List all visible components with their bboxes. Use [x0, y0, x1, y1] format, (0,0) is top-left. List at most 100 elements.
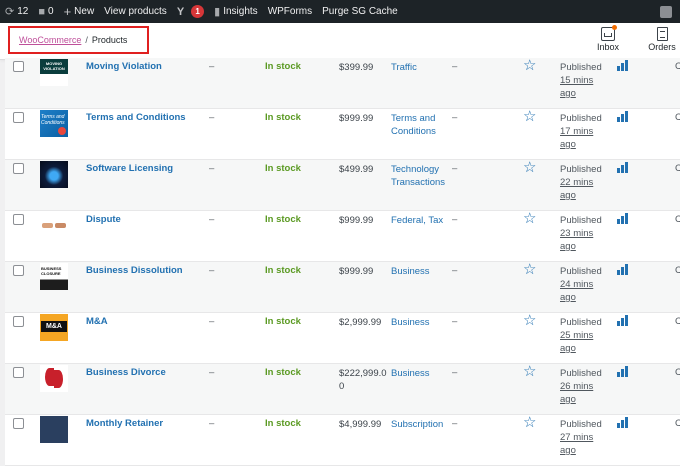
category-link[interactable]: Business: [391, 265, 449, 278]
stock-status: In stock: [265, 265, 301, 276]
account-menu[interactable]: [660, 0, 672, 23]
product-thumbnail[interactable]: BUSINESS CLOSURE: [40, 263, 68, 290]
table-row: Dispute – In stock $999.99 Federal, Tax …: [5, 211, 680, 262]
category-link[interactable]: Traffic: [391, 61, 449, 74]
analytics-icon[interactable]: [617, 315, 629, 326]
avatar: [660, 5, 672, 18]
status-label: Published: [560, 62, 602, 73]
breadcrumb: WooCommerce / Products: [8, 26, 149, 54]
sku-cell: –: [209, 163, 215, 174]
stock-status: In stock: [265, 61, 301, 72]
tags-cell: –: [452, 112, 458, 123]
comments-menu[interactable]: ■ 0: [33, 0, 58, 23]
category-link[interactable]: Business: [391, 316, 449, 329]
price-cell: $999.99: [339, 266, 374, 277]
analytics-icon[interactable]: [617, 366, 629, 377]
product-name-link[interactable]: Software Licensing: [86, 163, 173, 174]
extra-column: C: [675, 418, 680, 429]
notification-dot: [612, 25, 617, 30]
analytics-icon[interactable]: [617, 111, 629, 122]
insights-menu[interactable]: ▮ Insights: [209, 0, 263, 23]
yoast-icon: Y: [176, 5, 185, 18]
product-thumbnail[interactable]: MOVING VIOLATION: [40, 59, 68, 86]
analytics-icon[interactable]: [617, 264, 629, 275]
publish-status: Published 26 mins ago: [560, 367, 610, 406]
admin-bar: ⟳ 12 ■ 0 + New View products Y 1 ▮ Insig…: [0, 0, 680, 23]
row-checkbox[interactable]: [13, 163, 24, 174]
featured-star-icon[interactable]: ☆: [523, 364, 536, 380]
featured-star-icon[interactable]: ☆: [523, 58, 536, 74]
product-thumbnail[interactable]: [40, 365, 68, 392]
table-row: Terms and Conditions Terms and Condition…: [5, 109, 680, 160]
product-name-link[interactable]: Terms and Conditions: [86, 112, 186, 123]
featured-star-icon[interactable]: ☆: [523, 211, 536, 227]
status-label: Published: [560, 368, 602, 379]
row-checkbox[interactable]: [13, 61, 24, 72]
category-link[interactable]: Terms and Conditions: [391, 112, 449, 138]
table-row: Software Licensing – In stock $499.99 Te…: [5, 160, 680, 211]
extra-column: C: [675, 112, 680, 123]
extra-column: C: [675, 61, 680, 72]
featured-star-icon[interactable]: ☆: [523, 160, 536, 176]
row-checkbox[interactable]: [13, 265, 24, 276]
updates-menu[interactable]: ⟳ 12: [0, 0, 33, 23]
purge-cache-button[interactable]: Purge SG Cache: [317, 0, 403, 23]
row-checkbox[interactable]: [13, 316, 24, 327]
featured-star-icon[interactable]: ☆: [523, 262, 536, 278]
orders-button[interactable]: Orders: [642, 27, 680, 52]
sku-cell: –: [209, 316, 215, 327]
featured-star-icon[interactable]: ☆: [523, 109, 536, 125]
published-time: 22 mins ago: [560, 177, 594, 201]
status-label: Published: [560, 266, 602, 277]
sku-cell: –: [209, 112, 215, 123]
comments-count: 0: [48, 6, 54, 17]
price-cell: $499.99: [339, 164, 374, 175]
analytics-icon[interactable]: [617, 213, 629, 224]
category-link[interactable]: Federal, Tax: [391, 214, 449, 227]
row-checkbox[interactable]: [13, 214, 24, 225]
status-label: Published: [560, 164, 602, 175]
yoast-menu[interactable]: Y 1: [172, 0, 209, 23]
breadcrumb-woocommerce-link[interactable]: WooCommerce: [19, 35, 81, 45]
product-name-link[interactable]: Moving Violation: [86, 61, 162, 72]
thumbnail-caption: MOVING VIOLATION: [43, 61, 65, 71]
publish-status: Published 24 mins ago: [560, 265, 610, 304]
products-table: MOVING VIOLATION Moving Violation – In s…: [5, 58, 680, 466]
product-thumbnail[interactable]: [40, 416, 68, 443]
sku-cell: –: [209, 265, 215, 276]
stock-status: In stock: [265, 418, 301, 429]
category-link[interactable]: Technology Transactions: [391, 163, 449, 189]
published-time: 27 mins ago: [560, 432, 594, 456]
inbox-icon: [601, 25, 617, 41]
product-name-link[interactable]: Business Divorce: [86, 367, 166, 378]
featured-star-icon[interactable]: ☆: [523, 313, 536, 329]
inbox-button[interactable]: Inbox: [588, 25, 628, 52]
new-content-menu[interactable]: + New: [59, 0, 100, 23]
view-products-link[interactable]: View products: [99, 0, 172, 23]
product-thumbnail[interactable]: M&A: [40, 314, 68, 341]
published-time: 24 mins ago: [560, 279, 594, 303]
publish-status: Published 17 mins ago: [560, 112, 610, 151]
category-link[interactable]: Business: [391, 367, 449, 380]
table-row: Business Divorce – In stock $222,999.00 …: [5, 364, 680, 415]
wpforms-menu[interactable]: WPForms: [263, 0, 317, 23]
extra-column: C: [675, 265, 680, 276]
analytics-icon[interactable]: [617, 417, 629, 428]
product-name-link[interactable]: Business Dissolution: [86, 265, 183, 276]
tags-cell: –: [452, 61, 458, 72]
product-name-link[interactable]: M&A: [86, 316, 108, 327]
row-checkbox[interactable]: [13, 418, 24, 429]
product-thumbnail[interactable]: Terms and Conditions: [40, 110, 68, 137]
analytics-icon[interactable]: [617, 60, 629, 71]
breadcrumb-separator: /: [85, 35, 88, 45]
product-name-link[interactable]: Dispute: [86, 214, 121, 225]
product-thumbnail[interactable]: [40, 212, 68, 239]
product-name-link[interactable]: Monthly Retainer: [86, 418, 163, 429]
product-thumbnail[interactable]: [40, 161, 68, 188]
featured-star-icon[interactable]: ☆: [523, 415, 536, 431]
sku-cell: –: [209, 61, 215, 72]
row-checkbox[interactable]: [13, 367, 24, 378]
published-time: 15 mins ago: [560, 75, 594, 99]
analytics-icon[interactable]: [617, 162, 629, 173]
row-checkbox[interactable]: [13, 112, 24, 123]
